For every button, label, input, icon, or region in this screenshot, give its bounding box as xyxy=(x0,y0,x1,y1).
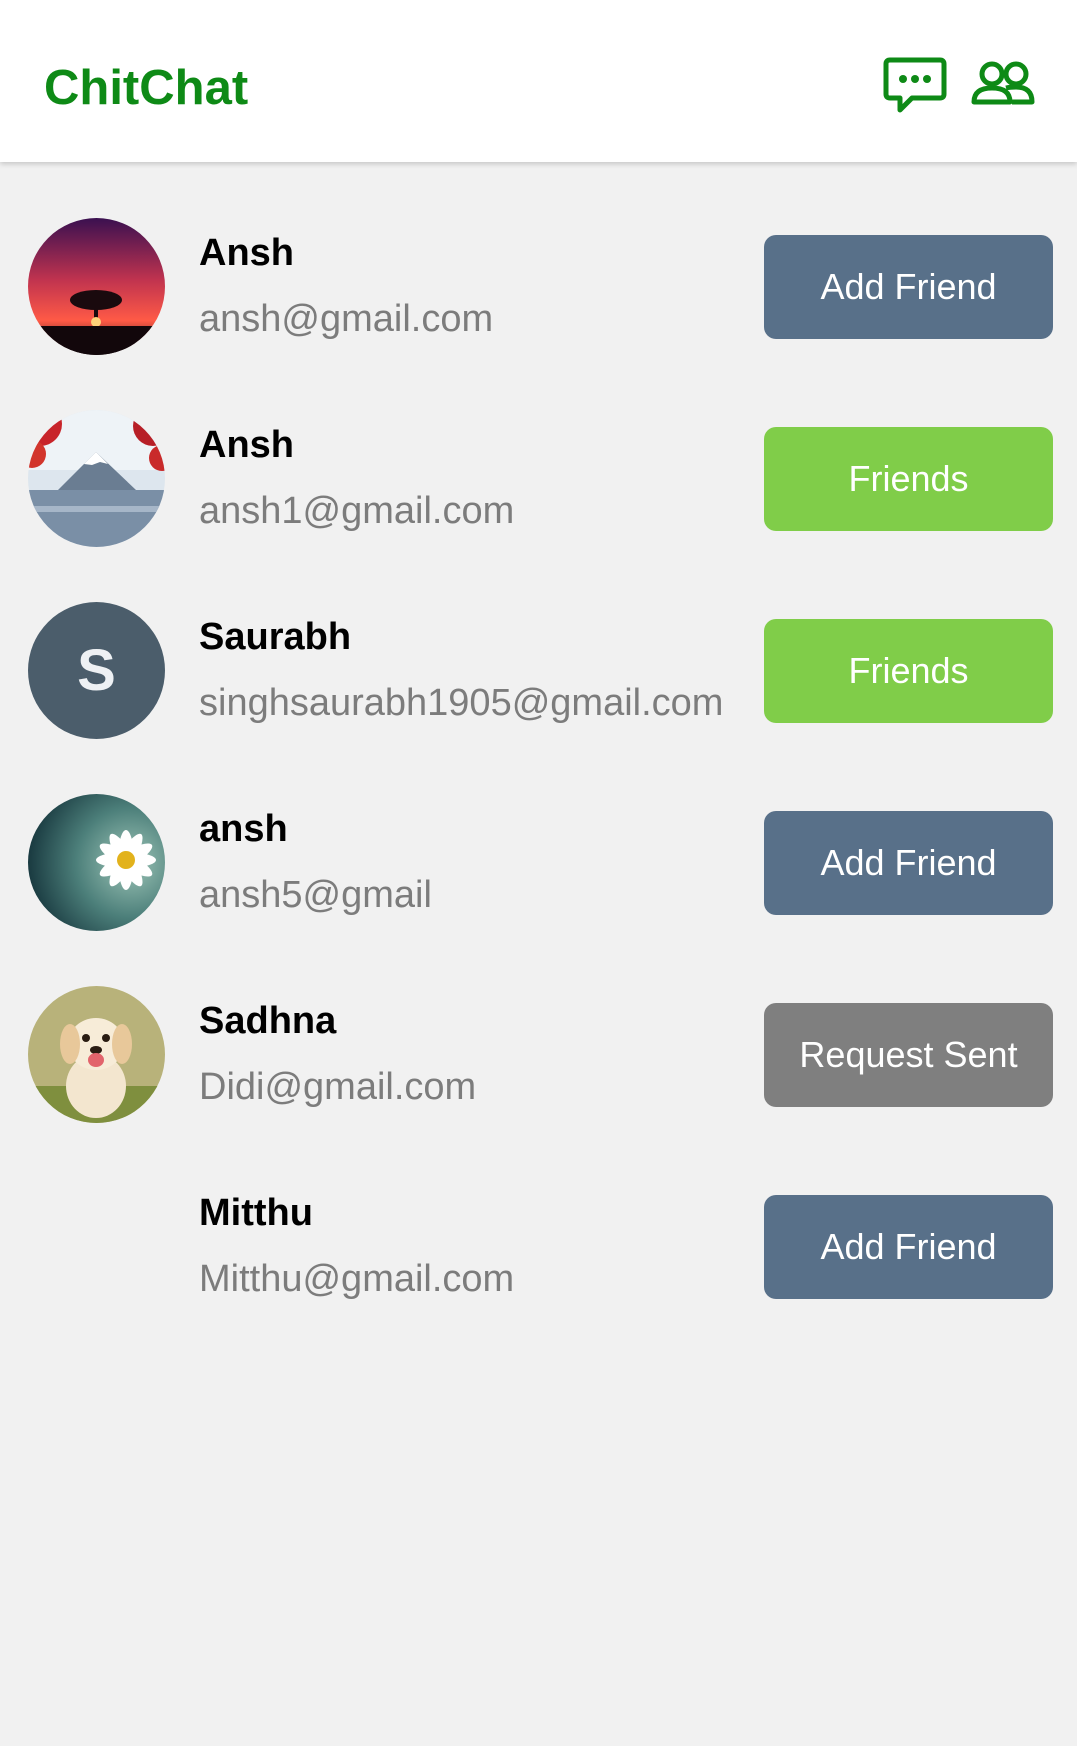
avatar xyxy=(28,410,165,547)
list-item: ansh ansh5@gmail Add Friend xyxy=(0,738,1077,931)
list-item: Sadhna Didi@gmail.com Request Sent xyxy=(0,930,1077,1123)
user-email: singhsaurabh1905@gmail.com xyxy=(199,682,724,724)
user-name: Ansh xyxy=(199,424,294,466)
user-name: Mitthu xyxy=(199,1192,313,1234)
user-email: ansh5@gmail xyxy=(199,874,432,916)
list-item: S Saurabh singhsaurabh1905@gmail.com Fri… xyxy=(0,546,1077,739)
list-item: Ansh ansh1@gmail.com Friends xyxy=(0,354,1077,547)
avatar xyxy=(28,986,165,1123)
user-name: Sadhna xyxy=(199,1000,337,1042)
user-name: Saurabh xyxy=(199,616,352,658)
request-sent-button[interactable]: Request Sent xyxy=(764,1003,1053,1107)
avatar-letter: S xyxy=(77,637,116,703)
user-email: Didi@gmail.com xyxy=(199,1066,477,1108)
user-list: Ansh ansh@gmail.com Add Friend Ansh ansh… xyxy=(0,162,1077,1314)
chat-bubble-icon[interactable] xyxy=(880,52,950,122)
add-friend-button[interactable]: Add Friend xyxy=(764,1195,1053,1299)
avatar: S xyxy=(28,602,165,739)
avatar xyxy=(28,218,165,355)
avatar xyxy=(28,1178,165,1315)
user-name: ansh xyxy=(199,808,288,850)
list-item: Ansh ansh@gmail.com Add Friend xyxy=(0,162,1077,355)
add-friend-button[interactable]: Add Friend xyxy=(764,811,1053,915)
user-name: Ansh xyxy=(199,232,294,274)
avatar xyxy=(28,794,165,931)
user-email: ansh1@gmail.com xyxy=(199,490,515,532)
friends-icon[interactable] xyxy=(968,52,1038,122)
app-bar: ChitChat xyxy=(0,0,1077,162)
app-title: ChitChat xyxy=(44,61,249,115)
app-screen: ChitChat Ansh ansh@gmail.com Add Friend … xyxy=(0,0,1077,1746)
list-item: Mitthu Mitthu@gmail.com Add Friend xyxy=(0,1122,1077,1314)
friends-button[interactable]: Friends xyxy=(764,427,1053,531)
add-friend-button[interactable]: Add Friend xyxy=(764,235,1053,339)
user-email: ansh@gmail.com xyxy=(199,298,494,340)
friends-button[interactable]: Friends xyxy=(764,619,1053,723)
user-email: Mitthu@gmail.com xyxy=(199,1258,515,1300)
